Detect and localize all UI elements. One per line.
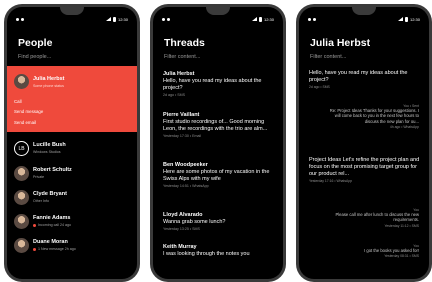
page-title: People (18, 37, 53, 49)
thread-item[interactable]: Keith Murray I was looking through the n… (163, 244, 275, 258)
send-email-action[interactable]: Send email (14, 120, 36, 125)
avatar (14, 190, 29, 205)
thread-sender: Julia Herbst (163, 71, 195, 77)
message-text: I got the books you asked for! (364, 248, 419, 253)
thread-meta: Yesterday 13:25 • SMS (163, 227, 200, 231)
search-input[interactable]: Find people... (18, 54, 51, 60)
signal-icon (251, 17, 257, 21)
contact-meta: Incoming call 24 ago (33, 223, 71, 227)
message-text: Project Ideas Let's refine the project p… (309, 157, 420, 177)
conversation-screen: 12:30 Julia Herbst Filter content... Hel… (299, 7, 429, 279)
contact-subtitle: Some phone status (33, 84, 64, 88)
notification-dots-icon (16, 17, 24, 21)
thread-preview: I was looking through the notes you (163, 251, 250, 257)
message-incoming[interactable]: Hello, have you read my ideas about the … (309, 70, 421, 89)
avatar: LB (14, 141, 29, 156)
unread-dot-icon (33, 223, 36, 227)
selected-contact-card[interactable]: Julia Herbst Some phone status Call Send… (7, 66, 137, 132)
message-text: Hello, have you read my ideas about the … (309, 70, 408, 83)
message-meta: 4h ago • WhatsApp (389, 124, 419, 129)
contact-name: Julia Herbst (33, 76, 65, 82)
avatar (14, 166, 29, 181)
contact-meta: Windows Studios (33, 150, 61, 154)
thread-item[interactable]: Lloyd Alvarado Wanna grab some lunch? Ye… (163, 212, 275, 231)
message-incoming[interactable]: Project Ideas Let's refine the project p… (309, 157, 421, 183)
status-bar: 12:30 (7, 15, 137, 23)
thread-preview: Here are some photos of my vacation in t… (163, 169, 270, 182)
contact-meta: Private (33, 175, 45, 179)
battery-icon (258, 16, 262, 22)
send-message-action[interactable]: Send message (14, 109, 43, 114)
status-time: 12:30 (263, 16, 274, 22)
thread-sender: Lloyd Alvarado (163, 212, 203, 218)
contact-meta: Other Info (33, 199, 49, 203)
thread-item[interactable]: Julia Herbst Hello, have you read my ide… (163, 71, 275, 97)
thread-sender: Pierre Vaillant (163, 112, 200, 118)
thread-item[interactable]: Pierre Vaillant First studio recordings … (163, 112, 275, 138)
message-meta: Yesterday 08:31 • SMS (384, 254, 419, 259)
contact-name: Fannie Adams (33, 215, 71, 221)
message-outgoing[interactable]: You I got the books you asked for! Yeste… (329, 243, 419, 258)
battery-icon (112, 16, 116, 22)
thread-sender: Keith Murray (163, 244, 197, 250)
thread-sender: Ben Woodpeeker (163, 162, 208, 168)
notch (206, 7, 230, 15)
contact-name: Lucille Bush (33, 142, 66, 148)
thread-meta: Yesterday 14:51 • WhatsApp (163, 184, 209, 188)
message-outgoing[interactable]: You Please call me after lunch to discus… (329, 207, 419, 228)
message-text: Please call me after lunch to discuss th… (335, 212, 419, 223)
contact-meta: 1 New message 2h ago (33, 247, 76, 251)
filter-input[interactable]: Filter content... (310, 54, 346, 60)
message-meta: Yesterday 11:12 • SMS (384, 223, 419, 228)
notch (352, 7, 376, 15)
message-meta: Yesterday 17:16 • WhatsApp (309, 179, 353, 183)
people-screen: 12:30 People Find people... Julia Herbst… (7, 7, 137, 279)
thread-meta: 2d ago • SMS (163, 93, 186, 97)
signal-icon (105, 17, 111, 21)
status-bar: 12:30 (153, 15, 283, 23)
thread-preview: Wanna grab some lunch? (163, 219, 226, 225)
unread-dot-icon (33, 247, 36, 251)
thread-meta: Yesterday 17:30 • Email (163, 134, 202, 138)
status-time: 12:30 (409, 16, 420, 22)
notch (60, 7, 84, 15)
avatar (14, 74, 29, 89)
phone-threads: 12:30 Threads Filter content... Julia He… (150, 4, 286, 282)
contact-name: Duane Moran (33, 239, 68, 245)
thread-preview: First studio recordings of... Good morni… (163, 119, 268, 132)
status-bar: 12:30 (299, 15, 429, 23)
page-title: Threads (164, 37, 205, 49)
notification-dots-icon (308, 17, 316, 21)
contact-name: Clyde Bryant (33, 191, 67, 197)
notification-dots-icon (162, 17, 170, 21)
battery-icon (404, 16, 408, 22)
phone-people: 12:30 People Find people... Julia Herbst… (4, 4, 140, 282)
filter-input[interactable]: Filter content... (164, 54, 200, 60)
message-outgoing[interactable]: You • Sent Re: Project Ideas Thanks for … (329, 103, 419, 129)
contact-name: Robert Schultz (33, 167, 72, 173)
status-time: 12:30 (117, 16, 128, 22)
call-action[interactable]: Call (14, 99, 22, 104)
avatar (14, 238, 29, 253)
thread-item[interactable]: Ben Woodpeeker Here are some photos of m… (163, 162, 275, 188)
avatar (14, 214, 29, 229)
message-meta: 2d ago • SMS (309, 85, 330, 89)
thread-preview: Hello, have you read my ideas about the … (163, 78, 262, 91)
threads-screen: 12:30 Threads Filter content... Julia He… (153, 7, 283, 279)
signal-icon (397, 17, 403, 21)
page-title: Julia Herbst (310, 37, 371, 49)
message-text: Re: Project Ideas Thanks for your sugges… (329, 108, 419, 124)
phone-conversation: 12:30 Julia Herbst Filter content... Hel… (296, 4, 432, 282)
